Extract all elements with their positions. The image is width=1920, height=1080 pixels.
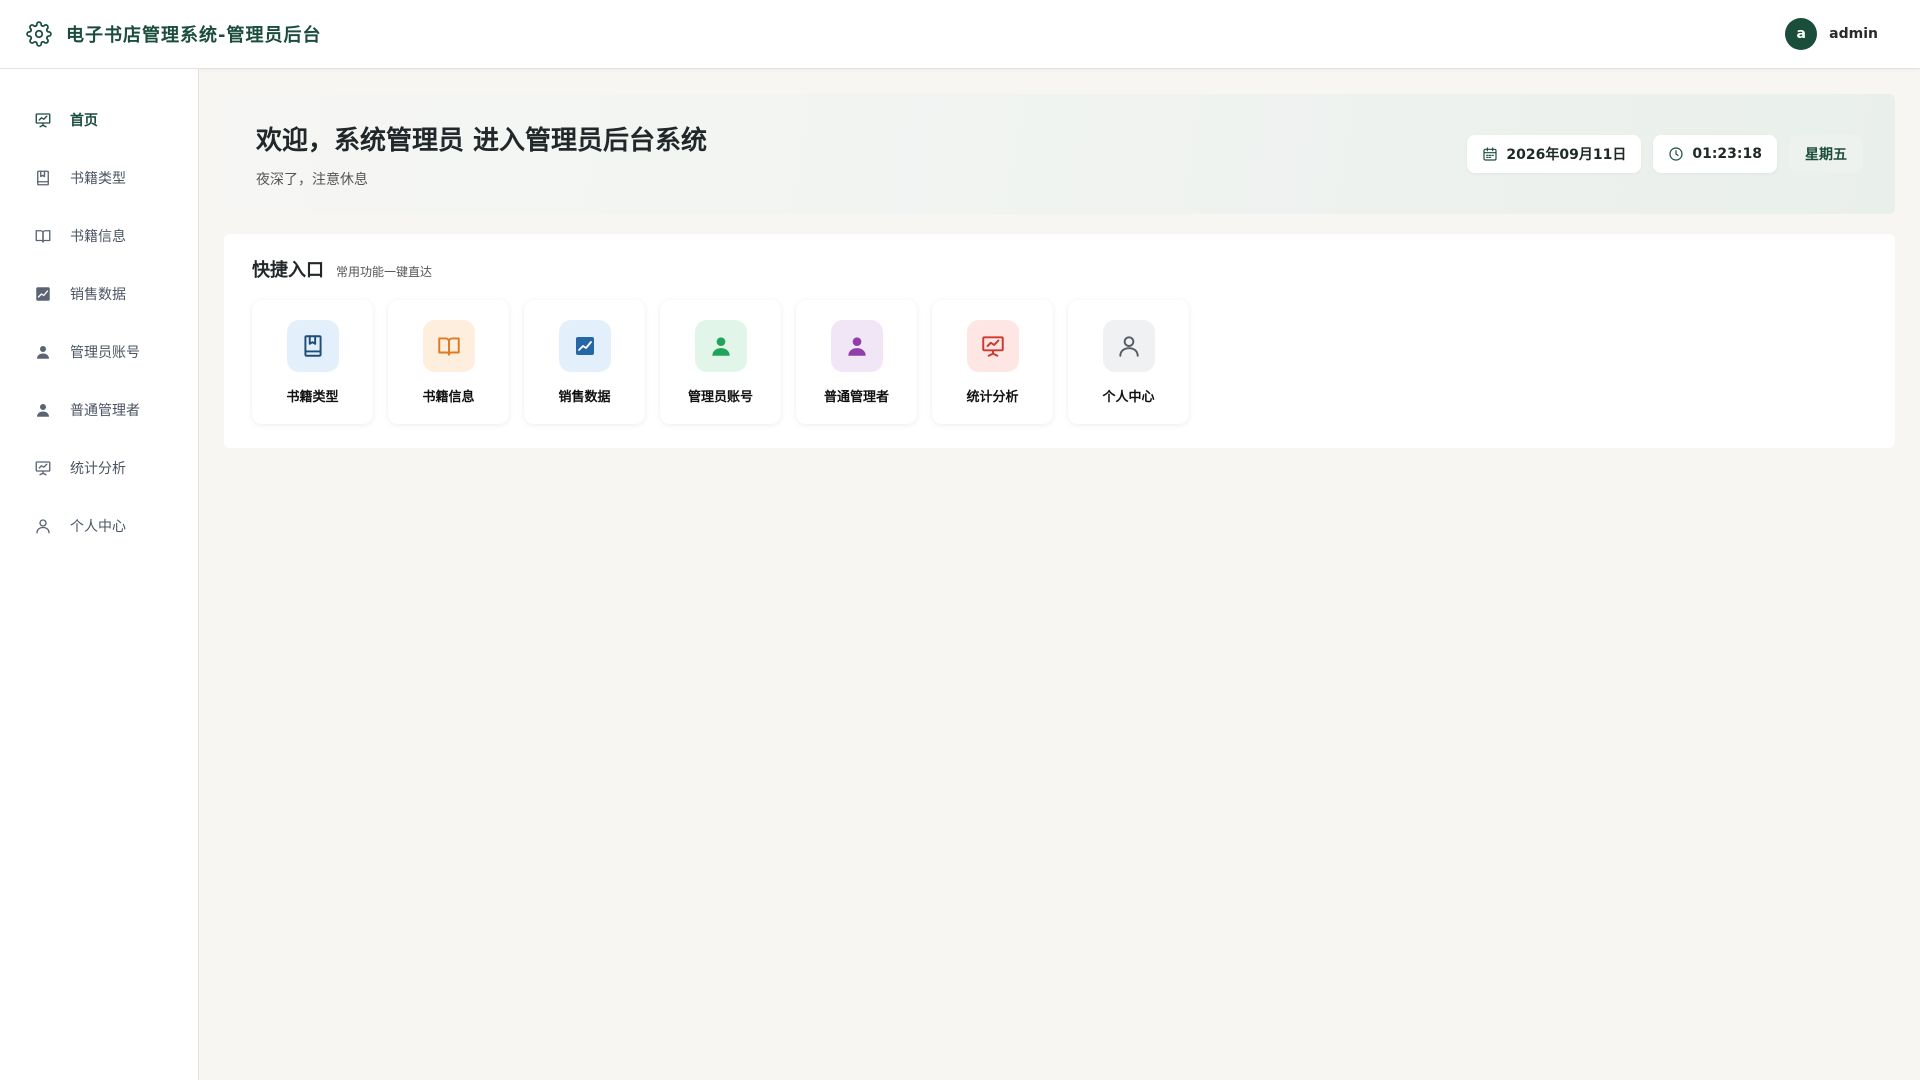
quick-access-panel: 快捷入口 常用功能一键直达 书籍类型 书籍信息 销售数据 管理员账号 普通管理者…	[224, 234, 1895, 448]
datetime-chips: 2026年09月11日 01:23:18 星期五	[1467, 135, 1863, 173]
welcome-title: 欢迎，系统管理员 进入管理员后台系统	[256, 125, 708, 156]
presentation-chart-icon	[966, 320, 1019, 372]
sidebar-item-label: 书籍信息	[70, 229, 126, 245]
quick-card-statistics[interactable]: 统计分析	[932, 300, 1053, 424]
bookmark-book-icon	[34, 169, 52, 187]
quick-card-label: 统计分析	[966, 390, 1019, 405]
quick-card-general-managers[interactable]: 普通管理者	[796, 300, 917, 424]
quick-card-label: 书籍信息	[422, 390, 475, 405]
quick-card-label: 普通管理者	[823, 390, 889, 405]
welcome-subtitle: 夜深了，注意休息	[256, 171, 368, 188]
user-filled-icon	[34, 401, 52, 419]
gear-icon	[26, 21, 52, 47]
avatar[interactable]: a	[1785, 18, 1818, 50]
open-book-icon	[34, 227, 52, 245]
presentation-chart-icon	[34, 111, 52, 129]
sidebar-item-label: 首页	[70, 113, 98, 129]
sidebar-item-sales-data[interactable]: 销售数据	[0, 265, 198, 323]
sidebar-item-label: 管理员账号	[70, 345, 140, 361]
sidebar-item-label: 统计分析	[70, 461, 126, 477]
quick-card-admin-accounts[interactable]: 管理员账号	[660, 300, 781, 424]
line-chart-icon	[558, 320, 611, 372]
user-outline-icon	[1102, 320, 1155, 372]
sidebar-item-admin-accounts[interactable]: 管理员账号	[0, 323, 198, 381]
quick-card-profile[interactable]: 个人中心	[1068, 300, 1189, 424]
user-outline-icon	[34, 517, 52, 535]
user-filled-icon	[830, 320, 883, 372]
user-filled-icon	[34, 343, 52, 361]
sidebar-item-profile[interactable]: 个人中心	[0, 497, 198, 555]
sidebar-item-book-info[interactable]: 书籍信息	[0, 207, 198, 265]
clock-icon	[1668, 146, 1684, 162]
sidebar-item-general-managers[interactable]: 普通管理者	[0, 381, 198, 439]
username[interactable]: admin	[1829, 26, 1878, 42]
quick-card-label: 销售数据	[558, 390, 611, 405]
sidebar-item-label: 书籍类型	[70, 171, 126, 187]
presentation-chart-icon	[34, 459, 52, 477]
quick-access-cards: 书籍类型 书籍信息 销售数据 管理员账号 普通管理者 统计分析 个人中心	[252, 300, 1867, 424]
user-filled-icon	[694, 320, 747, 372]
quick-access-subtitle: 常用功能一键直达	[336, 265, 433, 279]
sidebar-item-home[interactable]: 首页	[0, 91, 198, 149]
quick-card-sales-data[interactable]: 销售数据	[524, 300, 645, 424]
weekday-chip: 星期五	[1789, 135, 1863, 173]
quick-access-header: 快捷入口 常用功能一键直达	[252, 256, 1867, 282]
user-menu[interactable]: a admin	[1785, 18, 1894, 50]
sidebar-item-label: 销售数据	[70, 287, 126, 303]
quick-card-book-types[interactable]: 书籍类型	[252, 300, 373, 424]
time-chip: 01:23:18	[1653, 135, 1777, 173]
sidebar-item-statistics[interactable]: 统计分析	[0, 439, 198, 497]
welcome-text: 欢迎，系统管理员 进入管理员后台系统 夜深了，注意休息	[256, 120, 707, 189]
time-text: 01:23:18	[1692, 146, 1762, 162]
date-text: 2026年09月11日	[1506, 147, 1627, 163]
sidebar: 首页 书籍类型 书籍信息 销售数据 管理员账号 普通管理者 统计分析 个人中心	[0, 69, 199, 1080]
bookmark-book-icon	[286, 320, 339, 372]
app-title: 电子书店管理系统-管理员后台	[66, 25, 322, 46]
sidebar-item-label: 个人中心	[70, 519, 126, 535]
quick-card-book-info[interactable]: 书籍信息	[388, 300, 509, 424]
quick-access-title: 快捷入口	[252, 260, 324, 281]
calendar-icon	[1482, 146, 1498, 162]
quick-card-label: 管理员账号	[687, 390, 753, 405]
open-book-icon	[422, 320, 475, 372]
quick-card-label: 书籍类型	[286, 390, 339, 405]
weekday-text: 星期五	[1805, 147, 1847, 163]
main-content: 欢迎，系统管理员 进入管理员后台系统 夜深了，注意休息 2026年09月11日 …	[224, 94, 1895, 448]
sidebar-item-label: 普通管理者	[70, 403, 140, 419]
sidebar-item-book-types[interactable]: 书籍类型	[0, 149, 198, 207]
quick-card-label: 个人中心	[1102, 390, 1155, 405]
top-header: 电子书店管理系统-管理员后台 a admin	[0, 0, 1920, 69]
brand[interactable]: 电子书店管理系统-管理员后台	[26, 21, 321, 47]
date-chip: 2026年09月11日	[1467, 135, 1642, 173]
welcome-banner: 欢迎，系统管理员 进入管理员后台系统 夜深了，注意休息 2026年09月11日 …	[224, 94, 1895, 214]
line-chart-icon	[34, 285, 52, 303]
